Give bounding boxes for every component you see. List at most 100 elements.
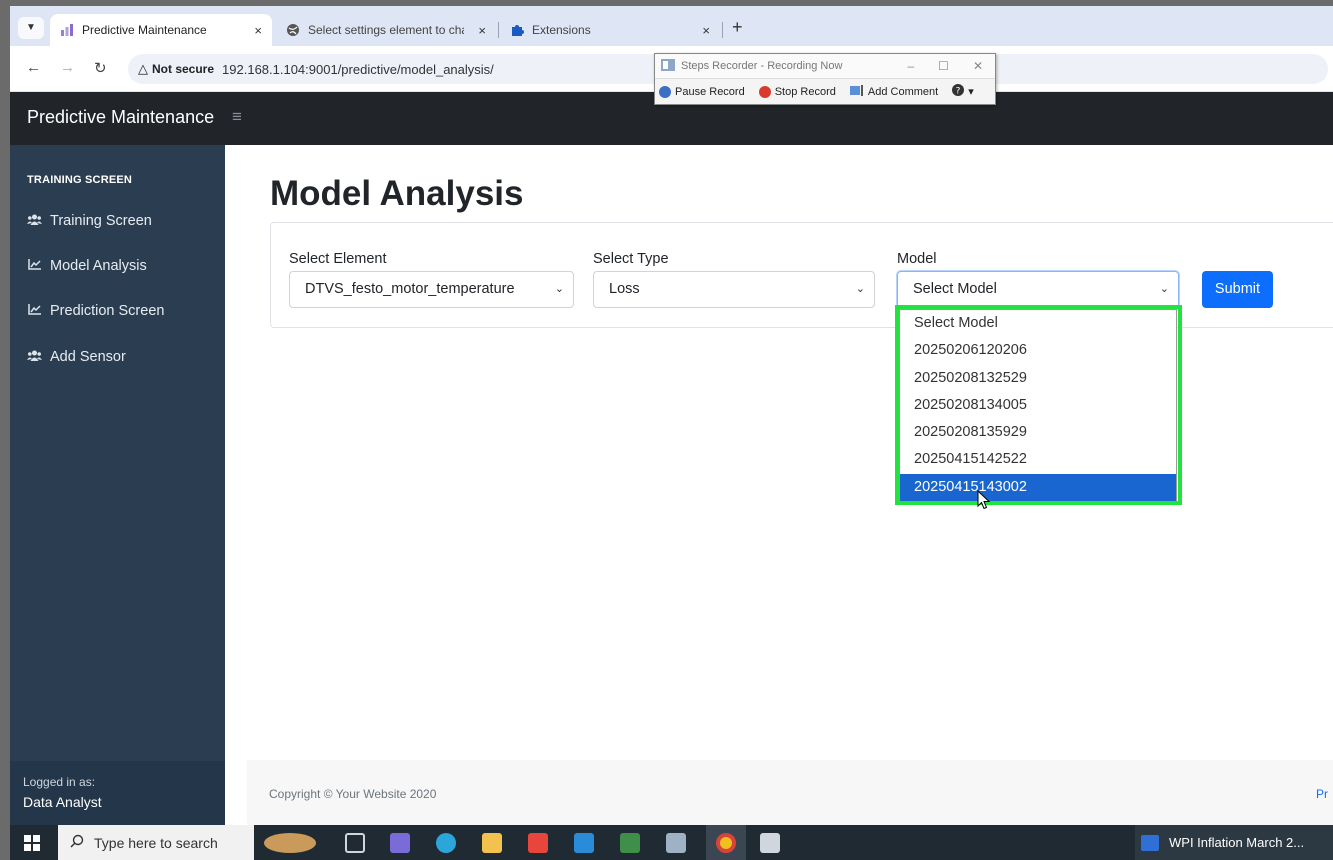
globe-icon	[286, 23, 300, 37]
sidebar-item-label: Model Analysis	[50, 258, 147, 274]
tab-title: Predictive Maintenance	[82, 23, 207, 37]
brand-title[interactable]: Predictive Maintenance	[27, 107, 214, 128]
recorder-title-bar: Steps Recorder - Recording Now – ☐ ✕	[655, 54, 995, 78]
sidebar: TRAINING SCREEN Training Screen Model An…	[10, 145, 225, 825]
logged-in-label: Logged in as:	[23, 775, 96, 789]
recorder-app-icon	[661, 58, 675, 74]
search-icon	[70, 834, 84, 851]
edge-browser-icon[interactable]	[436, 833, 456, 853]
maximize-icon[interactable]: ☐	[938, 59, 949, 73]
tab-select-settings[interactable]: Select settings element to char ×	[276, 14, 496, 46]
select-type-label: Select Type	[593, 251, 669, 267]
sidebar-item-label: Prediction Screen	[50, 303, 165, 319]
close-icon[interactable]: ✕	[973, 59, 983, 73]
tab-separator	[498, 22, 499, 38]
add-comment-button[interactable]: Add Comment	[849, 84, 939, 99]
close-tab-icon[interactable]: ×	[702, 23, 710, 38]
users-icon	[27, 214, 42, 229]
chart-favicon-icon	[60, 23, 74, 37]
tab-strip: ▼ Predictive Maintenance × Select settin…	[10, 6, 1333, 46]
paint-palette-icon[interactable]	[264, 833, 316, 853]
windows-start-icon[interactable]	[24, 835, 40, 851]
security-indicator[interactable]: △ Not secure	[138, 61, 214, 77]
chevron-down-icon: ⌄	[855, 283, 865, 295]
comment-icon	[849, 84, 864, 99]
sidebar-item-label: Add Sensor	[50, 349, 126, 365]
running-app-title: WPI Inflation March 2...	[1169, 835, 1305, 850]
reload-icon[interactable]: ↻	[94, 59, 107, 77]
app-red-icon[interactable]	[528, 833, 548, 853]
logged-in-user: Data Analyst	[23, 794, 102, 810]
pause-record-button[interactable]: Pause Record	[659, 85, 745, 98]
sidebar-item-label: Training Screen	[50, 213, 152, 229]
svg-text:?: ?	[956, 87, 961, 97]
chrome-icon[interactable]	[716, 833, 736, 853]
taskbar-search-box[interactable]: Type here to search	[58, 825, 254, 860]
file-explorer-icon[interactable]	[482, 833, 502, 853]
app-window-icon	[1141, 834, 1159, 851]
model-label: Model	[897, 251, 937, 267]
tab-search-menu-button[interactable]: ▼	[18, 17, 44, 39]
pause-icon	[659, 85, 671, 98]
sidebar-item-model-analysis[interactable]: Model Analysis	[27, 258, 147, 274]
select-element-label: Select Element	[289, 251, 387, 267]
app-files-icon[interactable]	[666, 833, 686, 853]
stop-record-label: Stop Record	[774, 85, 836, 98]
warning-triangle-icon: △	[138, 61, 148, 76]
chevron-down-icon: ⌄	[1159, 283, 1169, 295]
tab-title: Extensions	[532, 23, 591, 37]
sidebar-heading: TRAINING SCREEN	[27, 174, 133, 186]
task-view-icon[interactable]	[345, 833, 365, 853]
stop-record-button[interactable]: Stop Record	[758, 85, 836, 98]
search-placeholder: Type here to search	[94, 834, 218, 851]
sidebar-item-training-screen[interactable]: Training Screen	[27, 213, 152, 229]
url-text[interactable]: 192.168.1.104:9001/predictive/model_anal…	[222, 62, 494, 77]
select-element-dropdown[interactable]: DTVS_festo_motor_temperature ⌄	[289, 271, 574, 308]
copyright-text: Copyright © Your Website 2020	[269, 787, 437, 801]
vscode-icon[interactable]	[574, 833, 594, 853]
select-type-dropdown[interactable]: Loss ⌄	[593, 271, 875, 308]
stop-icon	[758, 85, 771, 98]
sidebar-item-add-sensor[interactable]: Add Sensor	[27, 349, 126, 365]
tab-separator	[722, 22, 723, 38]
steps-recorder-taskbar-icon[interactable]	[760, 833, 780, 853]
forward-arrow-icon[interactable]: →	[60, 59, 75, 76]
chevron-down-icon: ⌄	[554, 283, 564, 295]
page-footer: Copyright © Your Website 2020 Pr	[247, 760, 1333, 826]
select-type-value: Loss	[609, 281, 640, 297]
model-value: Select Model	[913, 281, 997, 297]
select-element-value: DTVS_festo_motor_temperature	[305, 281, 515, 297]
chart-line-icon	[27, 259, 42, 273]
help-icon: ?	[952, 84, 965, 99]
tab-title: Select settings element to char	[308, 23, 464, 37]
footer-link[interactable]: Pr	[1316, 787, 1328, 801]
mouse-cursor-icon	[977, 490, 991, 510]
close-tab-icon[interactable]: ×	[254, 23, 262, 38]
page-title: Model Analysis	[270, 174, 524, 213]
annotation-highlight-box	[895, 305, 1182, 505]
submit-button[interactable]: Submit	[1202, 271, 1273, 308]
windows-taskbar: Type here to search WPI Inflation March …	[10, 825, 1333, 860]
copilot-icon[interactable]	[390, 833, 410, 853]
chevron-down-icon: ▾	[968, 86, 974, 98]
tab-extensions[interactable]: Extensions ×	[500, 14, 720, 46]
security-label: Not secure	[152, 62, 215, 76]
minimize-icon[interactable]: –	[907, 59, 914, 73]
taskbar-running-app[interactable]: WPI Inflation March 2...	[1135, 825, 1333, 860]
recorder-toolbar: Pause Record Stop Record Add Comment ? ▾	[655, 78, 995, 104]
back-arrow-icon[interactable]: ←	[26, 59, 41, 76]
sidebar-item-prediction-screen[interactable]: Prediction Screen	[27, 303, 164, 319]
recorder-title: Steps Recorder - Recording Now	[681, 60, 843, 72]
app-green-icon[interactable]	[620, 833, 640, 853]
model-dropdown[interactable]: Select Model ⌄	[897, 271, 1179, 308]
steps-recorder-window: Steps Recorder - Recording Now – ☐ ✕ Pau…	[654, 53, 996, 105]
help-menu-button[interactable]: ? ▾	[952, 84, 974, 99]
close-tab-icon[interactable]: ×	[478, 23, 486, 38]
browser-window: ▼ Predictive Maintenance × Select settin…	[10, 6, 1333, 860]
chart-line-icon	[27, 304, 42, 318]
hamburger-menu-icon[interactable]: ≡	[232, 107, 242, 127]
add-comment-label: Add Comment	[867, 85, 939, 98]
tab-predictive-maintenance[interactable]: Predictive Maintenance ×	[50, 14, 272, 46]
new-tab-button[interactable]: +	[732, 17, 743, 38]
users-icon	[27, 350, 42, 365]
